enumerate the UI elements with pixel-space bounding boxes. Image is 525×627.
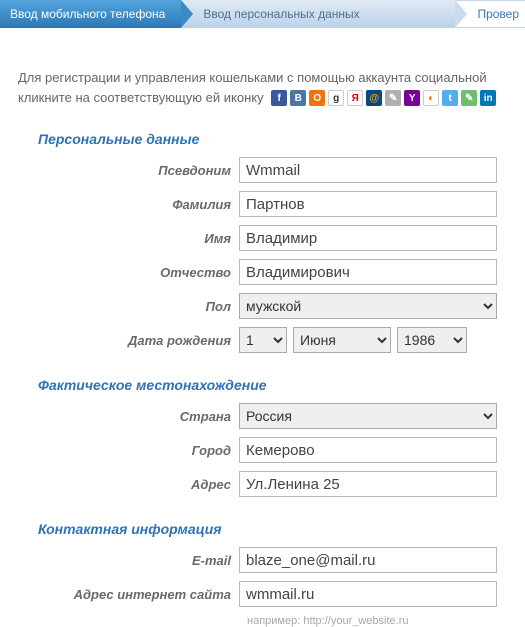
label-firstname: Имя	[0, 231, 239, 246]
intro-line-1: Для регистрации и управления кошельками …	[18, 70, 487, 85]
yahoo-icon[interactable]: Y	[404, 90, 420, 106]
lastname-field[interactable]	[239, 191, 497, 217]
twitter-icon[interactable]: t	[442, 90, 458, 106]
birth-day-select[interactable]: 1	[239, 327, 287, 353]
section-contact: Контактная информация	[38, 521, 525, 537]
intro-text: Для регистрации и управления кошельками …	[0, 68, 525, 107]
step-phone-label: Ввод мобильного телефона	[10, 7, 165, 21]
google-icon[interactable]: g	[328, 90, 344, 106]
facebook-icon[interactable]: f	[271, 90, 287, 106]
wizard-steps: Ввод мобильного телефона Ввод персональн…	[0, 0, 525, 28]
step-personal[interactable]: Ввод персональных данных	[181, 0, 455, 28]
label-lastname: Фамилия	[0, 197, 239, 212]
patronymic-field[interactable]	[239, 259, 497, 285]
label-patronymic: Отчество	[0, 265, 239, 280]
step-phone[interactable]: Ввод мобильного телефона	[0, 0, 181, 28]
label-address: Адрес	[0, 477, 239, 492]
intro-line-2: кликните на соответствующую ей иконку	[18, 90, 264, 105]
label-birthdate: Дата рождения	[0, 333, 239, 348]
step-personal-label: Ввод персональных данных	[203, 7, 359, 21]
country-select[interactable]: Россия	[239, 403, 497, 429]
city-field[interactable]	[239, 437, 497, 463]
odnoklassniki-icon[interactable]: O	[309, 90, 325, 106]
label-city: Город	[0, 443, 239, 458]
nickname-field[interactable]	[239, 157, 497, 183]
step-verify-label: Провер	[477, 7, 519, 21]
firstname-field[interactable]	[239, 225, 497, 251]
label-email: E-mail	[0, 553, 239, 568]
openid-icon[interactable]: ◐	[423, 90, 439, 106]
gender-select[interactable]: мужской	[239, 293, 497, 319]
social-icons-row: fBOgЯ@✎Y◐t✎in	[271, 90, 496, 106]
livejournal-icon[interactable]: ✎	[385, 90, 401, 106]
livejournal2-icon[interactable]: ✎	[461, 90, 477, 106]
birth-year-select[interactable]: 1986	[397, 327, 467, 353]
label-country: Страна	[0, 409, 239, 424]
label-gender: Пол	[0, 299, 239, 314]
section-location: Фактическое местонахождение	[38, 377, 525, 393]
vkontakte-icon[interactable]: B	[290, 90, 306, 106]
section-personal: Персональные данные	[38, 131, 525, 147]
website-field[interactable]	[239, 581, 497, 607]
mailru-icon[interactable]: @	[366, 90, 382, 106]
linkedin-icon[interactable]: in	[480, 90, 496, 106]
address-field[interactable]	[239, 471, 497, 497]
label-nickname: Псевдоним	[0, 163, 239, 178]
label-website: Адрес интернет сайта	[0, 587, 239, 602]
email-field[interactable]	[239, 547, 497, 573]
yandex-icon[interactable]: Я	[347, 90, 363, 106]
birth-month-select[interactable]: Июня	[293, 327, 391, 353]
website-hint: например: http://your_website.ru	[247, 615, 525, 627]
